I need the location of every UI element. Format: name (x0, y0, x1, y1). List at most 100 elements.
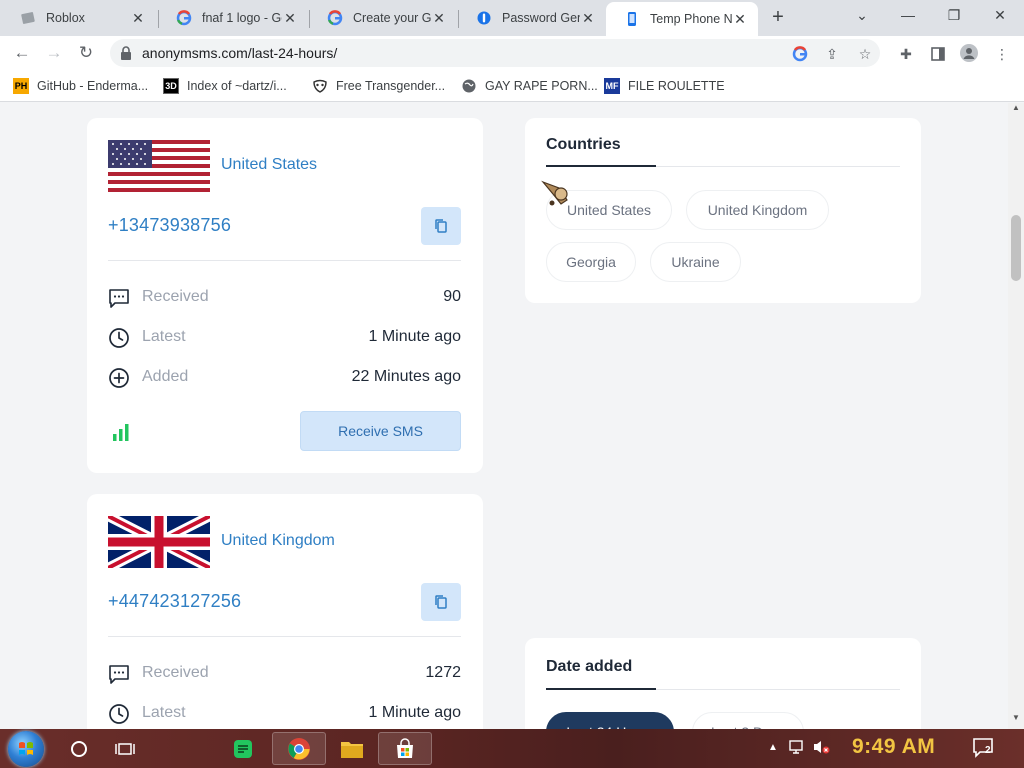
country-link[interactable]: United States (221, 156, 317, 174)
windows-taskbar: ▲ 9:49 AM 2 (0, 729, 1024, 768)
taskbar-notes-app[interactable] (216, 732, 270, 765)
add-circle-icon (109, 368, 129, 388)
message-icon (109, 665, 129, 684)
bookmark-index-dartz[interactable]: 3D Index of ~dartz/i... (163, 77, 287, 95)
scroll-down-arrow-icon[interactable]: ▼ (1008, 713, 1024, 727)
close-icon[interactable]: ✕ (282, 10, 298, 27)
reload-icon[interactable]: ↻ (74, 41, 98, 65)
scroll-up-arrow-icon[interactable]: ▲ (1008, 103, 1024, 117)
browser-tab-strip: Roblox ✕ fnaf 1 logo - Go ✕ Create your … (0, 0, 1024, 36)
bookmark-site[interactable]: GAY RAPE PORN... (461, 77, 598, 95)
mask-icon (312, 78, 328, 94)
volume-muted-icon[interactable] (812, 739, 832, 758)
show-hidden-icons-icon[interactable]: ▲ (768, 742, 778, 753)
tab-title: Temp Phone Nu (650, 12, 732, 26)
tab-temp-phone[interactable]: Temp Phone Nu ✕ (606, 2, 758, 36)
taskbar-store[interactable] (378, 732, 432, 765)
number-card: United Kingdom +447423127256 Received 12… (87, 494, 483, 729)
tab-title: Create your Go (353, 11, 431, 25)
tab-create-google[interactable]: Create your Go ✕ (309, 4, 457, 32)
latest-label: Latest (142, 704, 186, 721)
close-icon[interactable]: ✕ (732, 11, 748, 28)
side-panel-icon[interactable] (928, 44, 948, 64)
profile-avatar-icon[interactable] (959, 44, 979, 64)
phone-number[interactable]: +447423127256 (108, 591, 241, 612)
copy-button[interactable] (421, 207, 461, 245)
new-tab-button[interactable]: + (766, 6, 790, 30)
address-bar[interactable]: anonymsms.com/last-24-hours/ ⇪ ☆ (110, 39, 880, 67)
divider (656, 689, 900, 690)
action-center-button[interactable]: 2 (972, 737, 996, 762)
uk-flag-icon (108, 516, 210, 568)
panel-title: Date added (546, 658, 633, 675)
minimize-button[interactable]: — (886, 4, 930, 26)
bookmarks-bar: PH GitHub - Enderma... 3D Index of ~dart… (0, 70, 1024, 102)
receive-sms-button[interactable]: Receive SMS (300, 411, 461, 451)
copy-button[interactable] (421, 583, 461, 621)
date-filter-pill[interactable]: Last 3 Days (692, 712, 804, 729)
country-filter-pill[interactable]: United Kingdom (686, 190, 829, 230)
bookmark-label: GitHub - Enderma... (37, 79, 149, 93)
received-value: 1272 (425, 664, 461, 681)
restore-button[interactable]: ❐ (932, 4, 976, 26)
task-view-icon (115, 742, 135, 755)
phone-number[interactable]: +13473938756 (108, 215, 231, 236)
us-flag-icon (108, 140, 210, 192)
dartz-icon: 3D (163, 78, 179, 94)
folder-icon (341, 741, 363, 758)
network-icon[interactable] (788, 739, 806, 758)
taskbar-file-explorer[interactable] (325, 732, 379, 765)
bookmark-star-icon[interactable]: ☆ (855, 44, 875, 64)
bookmark-label: Free Transgender... (336, 79, 446, 93)
latest-value: 1 Minute ago (368, 328, 461, 345)
received-value: 90 (443, 288, 461, 305)
bookmark-file-roulette[interactable]: MF FILE ROULETTE (604, 77, 725, 95)
title-underline (546, 688, 656, 690)
divider (108, 260, 461, 261)
lock-icon (121, 46, 131, 60)
scroll-thumb[interactable] (1011, 215, 1021, 281)
tab-roblox[interactable]: Roblox ✕ (2, 4, 156, 32)
share-icon[interactable]: ⇪ (822, 44, 842, 64)
countries-panel: Countries United States United Kingdom G… (525, 118, 921, 303)
date-filter-pill-active[interactable]: Last 24 Hours (546, 712, 674, 729)
tab-fnaf-logo[interactable]: fnaf 1 logo - Go ✕ (158, 4, 308, 32)
menu-kebab-icon[interactable]: ⋮ (992, 44, 1012, 64)
received-label: Received (142, 664, 209, 681)
back-icon[interactable]: ← (10, 41, 34, 65)
country-link[interactable]: United Kingdom (221, 532, 335, 550)
close-icon[interactable]: ✕ (431, 10, 447, 27)
page-scrollbar[interactable]: ▲ ▼ (1008, 103, 1024, 729)
start-button[interactable] (8, 731, 44, 767)
url-text: anonymsms.com/last-24-hours/ (142, 45, 338, 61)
copy-icon (435, 219, 447, 233)
clock-icon (109, 704, 129, 724)
country-filter-pill[interactable]: Georgia (546, 242, 636, 282)
tab-password-generator[interactable]: Password Gene ✕ (458, 4, 606, 32)
store-bag-icon (397, 737, 413, 758)
google-translate-icon[interactable] (790, 44, 810, 64)
latest-value: 1 Minute ago (368, 704, 461, 721)
clock[interactable]: 9:49 AM (852, 735, 935, 759)
close-icon[interactable]: ✕ (130, 10, 146, 27)
mouse-cursor-icon (541, 180, 568, 206)
clock-icon (109, 328, 129, 348)
close-icon[interactable]: ✕ (580, 10, 596, 27)
forward-icon[interactable]: → (42, 41, 66, 65)
latest-label: Latest (142, 328, 186, 345)
close-window-button[interactable]: ✕ (978, 4, 1022, 26)
tab-title: Roblox (46, 11, 85, 25)
bookmark-free-transgender[interactable]: Free Transgender... (312, 77, 445, 95)
country-filter-pill[interactable]: Ukraine (650, 242, 741, 282)
bookmark-label: GAY RAPE PORN... (485, 79, 598, 93)
extensions-icon[interactable]: ✚ (896, 44, 916, 64)
password-generator-icon (476, 10, 492, 26)
added-label: Added (142, 368, 189, 385)
received-label: Received (142, 288, 209, 305)
message-icon (109, 289, 129, 308)
bookmark-github[interactable]: PH GitHub - Enderma... (13, 77, 148, 95)
tab-search-button[interactable]: ⌄ (840, 4, 884, 26)
google-icon (327, 10, 343, 26)
task-view-button[interactable] (98, 732, 152, 765)
taskbar-chrome[interactable] (272, 732, 326, 765)
